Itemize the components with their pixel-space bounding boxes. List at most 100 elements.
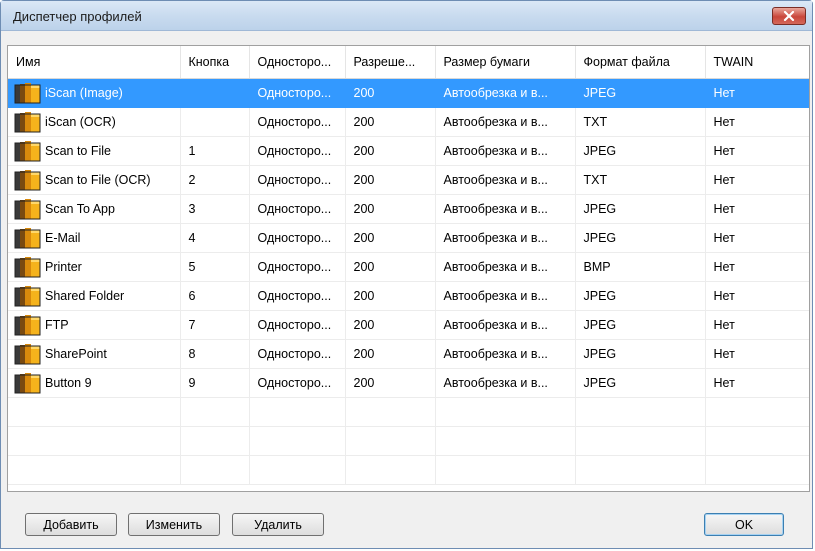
profile-row[interactable]: Printer 5 Односторо... 200 Автообрезка и в..… [8,252,809,282]
resolution-cell: 200 [345,368,436,398]
paper-size-cell: Автообрезка и в... [435,194,576,224]
edit-button[interactable]: Изменить [128,513,220,536]
paper-size-cell: Автообрезка и в... [435,368,576,398]
profile-manager-window: Диспетчер профилей Имя Кнопка Односторо.… [0,0,813,549]
column-header-twain[interactable]: TWAIN [705,46,809,79]
paper-size-cell: Автообрезка и в... [435,281,576,311]
column-header-file-format[interactable]: Формат файла [575,46,706,79]
button-cell: 9 [180,368,250,398]
twain-cell: Нет [705,165,809,195]
sides-cell: Односторо... [249,368,346,398]
profile-pages-icon [14,198,42,220]
paper-size-cell: Автообрезка и в... [435,136,576,166]
profile-name-cell: Printer [8,252,181,282]
profile-name: Scan To App [45,202,115,216]
sides-cell: Односторо... [249,310,346,340]
twain-cell: Нет [705,107,809,137]
button-cell: 2 [180,165,250,195]
column-header-paper-size[interactable]: Размер бумаги [435,46,576,79]
button-cell: 7 [180,310,250,340]
delete-button[interactable]: Удалить [232,513,324,536]
profile-name-cell: Scan To App [8,194,181,224]
file-format-cell: JPEG [575,78,706,108]
column-header-sides[interactable]: Односторо... [249,46,346,79]
empty-cell [8,397,181,427]
column-header-button[interactable]: Кнопка [180,46,250,79]
paper-size-cell: Автообрезка и в... [435,223,576,253]
empty-cell [435,397,576,427]
twain-cell: Нет [705,136,809,166]
empty-cell [249,397,346,427]
profile-row[interactable]: iScan (Image) Односторо... 200 Автообрезка … [8,78,809,108]
empty-row [8,426,809,456]
title-bar[interactable]: Диспетчер профилей [1,1,812,31]
empty-cell [345,455,436,485]
column-header-resolution[interactable]: Разреше... [345,46,436,79]
profile-row[interactable]: Scan to File 1 Односторо... 200 Автообрезка … [8,136,809,166]
twain-cell: Нет [705,223,809,253]
profile-name: Printer [45,260,82,274]
profile-name: iScan (OCR) [45,115,116,129]
file-format-cell: TXT [575,107,706,137]
button-cell: 6 [180,281,250,311]
empty-cell [180,426,250,456]
profile-list[interactable]: Имя Кнопка Односторо... Разреше... Разме… [7,45,810,492]
profile-name: Scan to File (OCR) [45,173,151,187]
profile-pages-icon [14,343,42,365]
window-title: Диспетчер профилей [13,9,142,24]
profile-row[interactable]: FTP 7 Односторо... 200 Автообрезка и в... JPE… [8,310,809,340]
profile-pages-icon [14,140,42,162]
empty-cell [575,455,706,485]
sides-cell: Односторо... [249,78,346,108]
profile-name-cell: iScan (Image) [8,78,181,108]
empty-cell [8,426,181,456]
profile-pages-icon [14,285,42,307]
close-icon [783,11,795,21]
twain-cell: Нет [705,310,809,340]
resolution-cell: 200 [345,107,436,137]
file-format-cell: JPEG [575,339,706,369]
profile-table: Имя Кнопка Односторо... Разреше... Разме… [8,46,809,485]
button-cell: 8 [180,339,250,369]
profile-name-cell: E-Mail [8,223,181,253]
file-format-cell: JPEG [575,136,706,166]
resolution-cell: 200 [345,339,436,369]
button-cell [180,107,250,137]
profile-name-cell: Shared Folder [8,281,181,311]
empty-cell [705,397,809,427]
resolution-cell: 200 [345,223,436,253]
sides-cell: Односторо... [249,194,346,224]
resolution-cell: 200 [345,310,436,340]
paper-size-cell: Автообрезка и в... [435,310,576,340]
profile-name-cell: Scan to File (OCR) [8,165,181,195]
profile-name: Scan to File [45,144,112,158]
file-format-cell: BMP [575,252,706,282]
profile-name-cell: Scan to File [8,136,181,166]
profile-row[interactable]: SharePoint 8 Односторо... 200 Автообрезка и … [8,339,809,369]
profile-row[interactable]: Shared Folder 6 Односторо... 200 Автообрезка… [8,281,809,311]
profile-name-cell: SharePoint [8,339,181,369]
button-cell: 5 [180,252,250,282]
empty-cell [705,455,809,485]
close-button[interactable] [772,7,806,25]
column-header-name[interactable]: Имя [8,46,181,79]
empty-cell [435,455,576,485]
profile-row[interactable]: Scan to File (OCR) 2 Односторо... 200 Автооб… [8,165,809,195]
profile-name: Button 9 [45,376,92,390]
empty-row [8,397,809,427]
empty-cell [8,455,181,485]
profile-name-cell: FTP [8,310,181,340]
add-button[interactable]: Добавить [25,513,117,536]
profile-name: iScan (Image) [45,86,123,100]
profile-row[interactable]: iScan (OCR) Односторо... 200 Автообрезка и … [8,107,809,137]
resolution-cell: 200 [345,78,436,108]
profile-pages-icon [14,169,42,191]
empty-cell [705,426,809,456]
twain-cell: Нет [705,194,809,224]
ok-button[interactable]: OK [704,513,784,536]
profile-row[interactable]: Scan To App 3 Односторо... 200 Автообрезка и… [8,194,809,224]
profile-row[interactable]: Button 9 9 Односторо... 200 Автообрезка и в.… [8,368,809,398]
profile-row[interactable]: E-Mail 4 Односторо... 200 Автообрезка и в...… [8,223,809,253]
profile-pages-icon [14,111,42,133]
twain-cell: Нет [705,368,809,398]
